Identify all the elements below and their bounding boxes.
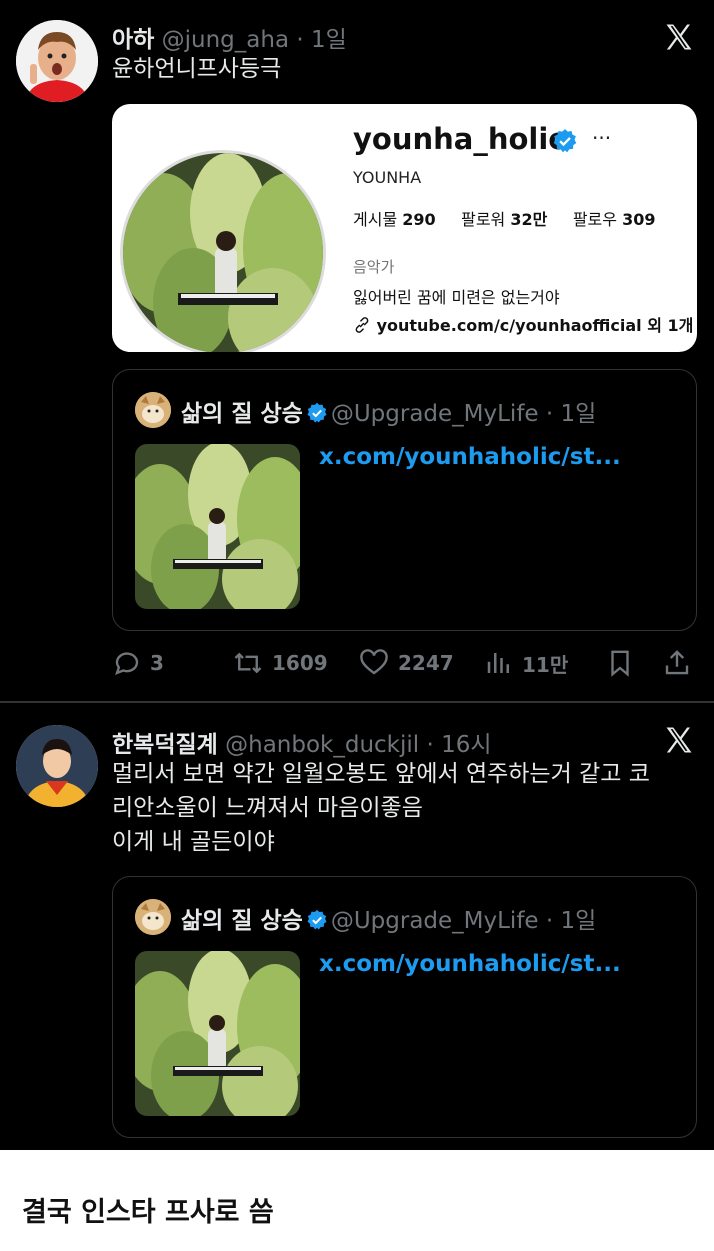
avatar[interactable] — [16, 20, 98, 102]
avatar[interactable] — [16, 725, 98, 807]
quoted-tweet-link[interactable]: x.com/younhaholic/st... — [319, 951, 621, 977]
reply-button[interactable]: 3 — [112, 646, 164, 680]
instagram-link-url: youtube.com/c/younhaofficial — [376, 316, 642, 335]
quoted-author-avatar — [135, 899, 171, 935]
following-count: 309 — [622, 210, 656, 229]
separator-dot: · — [538, 401, 561, 427]
quoted-author-handle[interactable]: @Upgrade_MyLife — [331, 401, 539, 427]
quoted-tweet-header: 삶의 질 상승 @Upgrade_MyLife · 1일 — [181, 901, 596, 935]
tweet-text: 윤하언니프사등극 — [112, 52, 281, 86]
instagram-bio: 잃어버린 꿈에 미련은 없는거야 — [353, 288, 560, 307]
share-icon — [665, 650, 689, 675]
instagram-stats: 게시물 290 팔로워 32만 팔로우 309 — [353, 206, 655, 230]
tweet-header: 한복덕질계 @hanbok_duckjil · 16시 — [112, 725, 492, 759]
quoted-author-avatar — [135, 392, 171, 428]
tweet-time[interactable]: 16시 — [441, 732, 491, 758]
verified-badge-icon — [553, 129, 577, 153]
retweet-button[interactable]: 1609 — [232, 646, 328, 680]
quoted-author-name[interactable]: 삶의 질 상승 — [181, 908, 303, 934]
views-button[interactable]: 11만 — [484, 646, 568, 680]
quoted-tweet-header: 삶의 질 상승 @Upgrade_MyLife · 1일 — [181, 394, 596, 428]
view-count: 11만 — [522, 652, 569, 677]
quoted-tweet-thumbnail[interactable] — [135, 951, 300, 1116]
verified-badge-icon — [307, 909, 327, 930]
posts-count: 290 — [402, 210, 436, 229]
followers-label: 팔로워 — [461, 210, 506, 229]
quoted-tweet-time[interactable]: 1일 — [561, 401, 597, 427]
instagram-username: younha_holic — [353, 122, 566, 156]
more-options-icon: ··· — [592, 126, 612, 150]
link-icon — [355, 317, 369, 333]
like-button[interactable]: 2247 — [358, 646, 454, 680]
reply-count: 3 — [150, 651, 164, 675]
x-logo-icon[interactable] — [664, 22, 694, 52]
quoted-tweet-thumbnail[interactable] — [135, 444, 300, 609]
retweet-count: 1609 — [272, 651, 328, 675]
views-chart-icon — [487, 653, 509, 673]
tweet-text: 멀리서 보면 약간 일월오봉도 앞에서 연주하는거 같고 코 리안소울이 느껴져… — [112, 757, 650, 859]
cabbage-stage-image — [135, 951, 300, 1116]
shiba-avatar-image — [135, 392, 171, 428]
instagram-link-extra: 외 1개 — [647, 316, 694, 335]
following-label: 팔로우 — [572, 210, 617, 229]
separator-dot: · — [538, 908, 561, 934]
instagram-profile-screenshot[interactable]: younha_holic ··· YOUNHA 게시물 290 팔로워 32만 … — [112, 104, 697, 352]
tweet-text-line: 멀리서 보면 약간 일월오봉도 앞에서 연주하는거 같고 코 — [112, 761, 650, 787]
cabbage-stage-image — [123, 153, 323, 352]
retweet-icon — [234, 652, 262, 674]
hanbok-avatar-image — [16, 725, 98, 807]
quoted-tweet[interactable]: 삶의 질 상승 @Upgrade_MyLife · 1일 x.com/younha… — [112, 369, 697, 631]
instagram-real-name: YOUNHA — [353, 168, 422, 187]
profile-picture — [120, 150, 326, 352]
post-caption: 결국 인스타 프사로 씀 — [22, 1197, 274, 1228]
share-button[interactable] — [662, 646, 700, 680]
quoted-tweet-time[interactable]: 1일 — [561, 908, 597, 934]
tweet-text-line: 리안소울이 느껴져서 마음이좋음 — [112, 795, 423, 821]
bookmark-button[interactable] — [605, 646, 643, 680]
shiba-avatar-image — [135, 899, 171, 935]
separator-dot: · — [289, 27, 311, 53]
tweet-text-line: 윤하언니프사등극 — [112, 56, 282, 82]
tweet-time[interactable]: 1일 — [311, 27, 347, 53]
instagram-category: 음악가 — [353, 258, 395, 276]
verified-badge-icon — [307, 402, 327, 423]
boy-avatar-image — [16, 20, 98, 102]
tweet[interactable]: 아하 @jung_aha · 1일 윤하언니프사등극 younha_holic … — [0, 0, 714, 702]
tweet-actions: 3 1609 2247 11만 — [112, 646, 702, 682]
x-logo-icon[interactable] — [664, 725, 694, 755]
posts-label: 게시물 — [353, 210, 398, 229]
instagram-link: youtube.com/c/younhaofficial 외 1개 — [353, 312, 693, 336]
like-count: 2247 — [398, 651, 454, 675]
tweet-header: 아하 @jung_aha · 1일 — [112, 20, 347, 54]
screenshot-area: 아하 @jung_aha · 1일 윤하언니프사등극 younha_holic … — [0, 0, 714, 1150]
author-name[interactable]: 한복덕질계 — [112, 732, 218, 758]
separator-dot: · — [419, 732, 442, 758]
quoted-author-name[interactable]: 삶의 질 상승 — [181, 401, 303, 427]
reply-icon — [115, 652, 139, 676]
quoted-tweet-link[interactable]: x.com/younhaholic/st... — [319, 444, 621, 470]
tweet[interactable]: 한복덕질계 @hanbok_duckjil · 16시 멀리서 보면 약간 일월… — [0, 703, 714, 1150]
tweet-text-line: 이게 내 골든이야 — [112, 829, 275, 855]
bookmark-icon — [611, 650, 629, 677]
cabbage-stage-image — [135, 444, 300, 609]
quoted-tweet[interactable]: 삶의 질 상승 @Upgrade_MyLife · 1일 x.com/younha… — [112, 876, 697, 1138]
author-handle[interactable]: @hanbok_duckjil — [225, 732, 419, 758]
quoted-author-handle[interactable]: @Upgrade_MyLife — [331, 908, 539, 934]
author-name[interactable]: 아하 — [112, 27, 154, 53]
author-handle[interactable]: @jung_aha — [162, 27, 289, 53]
followers-count: 32만 — [510, 210, 548, 229]
heart-icon — [360, 649, 388, 675]
